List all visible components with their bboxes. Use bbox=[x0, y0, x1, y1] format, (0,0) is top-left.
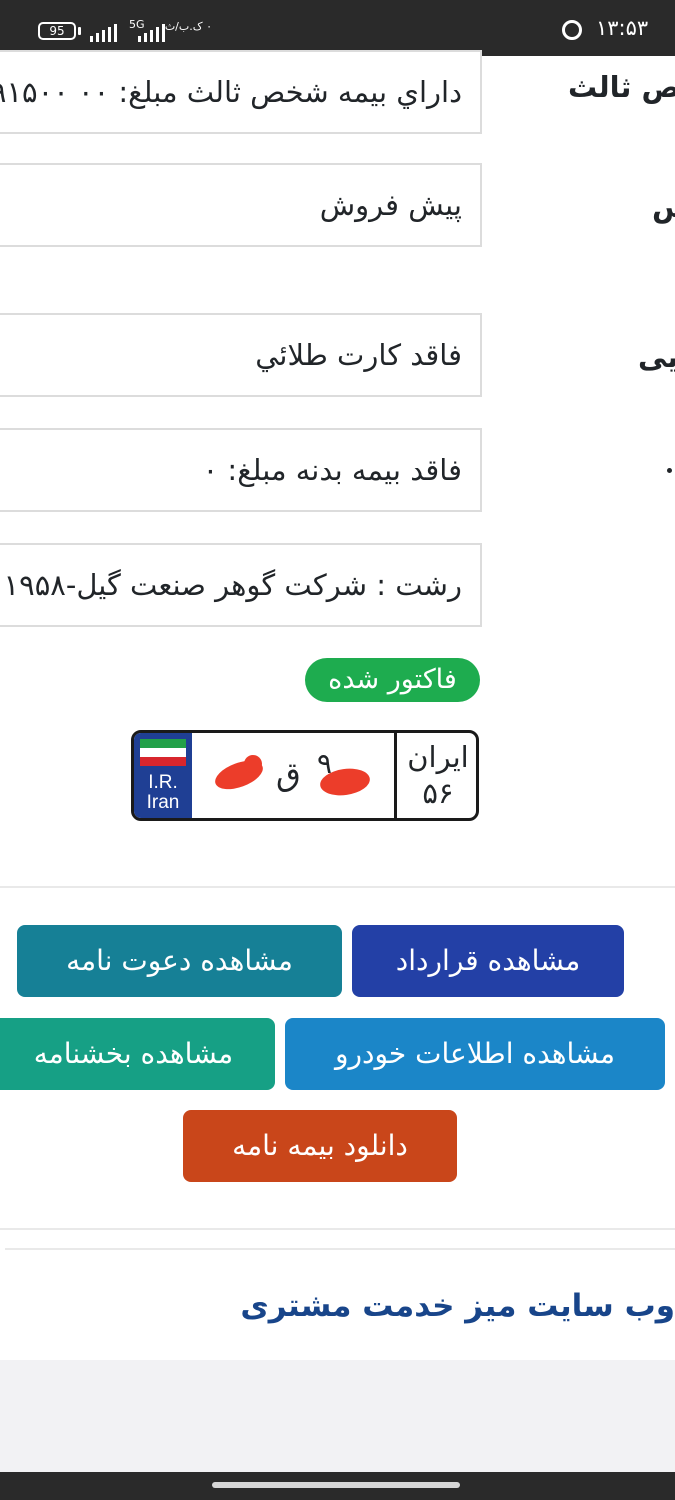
plate-country-line2: Iran bbox=[146, 792, 180, 813]
status-bar: 95 5G ۰ ک.ب/ث ۱۳:۵۳ bbox=[0, 0, 675, 56]
battery-tip bbox=[78, 27, 81, 35]
flag-green-stripe bbox=[140, 739, 186, 748]
home-gesture-handle[interactable] bbox=[212, 1482, 460, 1488]
plate-region: ایران ۵۶ bbox=[400, 739, 476, 811]
download-policy-button[interactable]: دانلود بیمه نامه bbox=[183, 1110, 457, 1182]
gold-card-field: فاقد کارت طلائي bbox=[0, 313, 482, 397]
sync-icon bbox=[562, 20, 582, 40]
row-label-fragment bbox=[667, 468, 672, 473]
divider bbox=[0, 1228, 675, 1230]
clock: ۱۳:۵۳ bbox=[596, 16, 649, 40]
signal-icon bbox=[90, 24, 120, 42]
view-contract-button[interactable]: مشاهده قرارداد bbox=[352, 925, 624, 997]
row-label-third-party: ص ثالث bbox=[568, 70, 675, 104]
plate-region-label: ایران bbox=[407, 740, 469, 774]
sale-type-field: پیش فروش bbox=[0, 163, 482, 247]
status-badge: فاکتور شده bbox=[305, 658, 480, 702]
signal-5g-icon bbox=[138, 24, 168, 42]
plate-region-code: ۵۶ bbox=[422, 776, 454, 810]
plate-country-line1: I.R. bbox=[148, 772, 178, 793]
plate-flag-panel: I.R. Iran bbox=[134, 733, 192, 818]
plate-letter: ق bbox=[276, 755, 301, 793]
divider bbox=[5, 1248, 675, 1250]
view-vehicle-info-button[interactable]: مشاهده اطلاعات خودرو bbox=[285, 1018, 665, 1090]
network-speed-label: ۰ ک.ب/ث bbox=[164, 20, 212, 33]
flag-red-stripe bbox=[140, 757, 186, 766]
battery-indicator: 95 bbox=[38, 22, 76, 40]
view-invitation-button[interactable]: مشاهده دعوت نامه bbox=[17, 925, 342, 997]
license-plate: I.R. Iran ق ۹ ایران ۵۶ bbox=[131, 730, 479, 821]
battery-level: 95 bbox=[49, 24, 65, 38]
third-party-insurance-field: داراي بيمه شخص ثالث مبلغ: ۰۰ ۶۹۱۵۰۰ bbox=[0, 50, 482, 134]
view-circular-button[interactable]: مشاهده بخشنامه bbox=[0, 1018, 275, 1090]
footer-title[interactable]: وب سایت میز خدمت مشتری bbox=[240, 1288, 675, 1324]
plate-divider bbox=[394, 733, 397, 818]
flag-white-stripe bbox=[140, 748, 186, 757]
divider bbox=[0, 886, 675, 888]
page-background-band bbox=[0, 1360, 675, 1472]
dealer-field: رشت : شرکت گوهر صنعت گیل-۱۹۵۸ bbox=[0, 543, 482, 627]
row-label-sale-type: س bbox=[652, 190, 675, 224]
row-label-gold-card: یی bbox=[638, 340, 675, 374]
plate-country-code: I.R. Iran bbox=[134, 773, 192, 813]
redaction-scribble-left-tail bbox=[244, 755, 262, 773]
body-insurance-field: فاقد بیمه بدنه مبلغ: ۰ bbox=[0, 428, 482, 512]
